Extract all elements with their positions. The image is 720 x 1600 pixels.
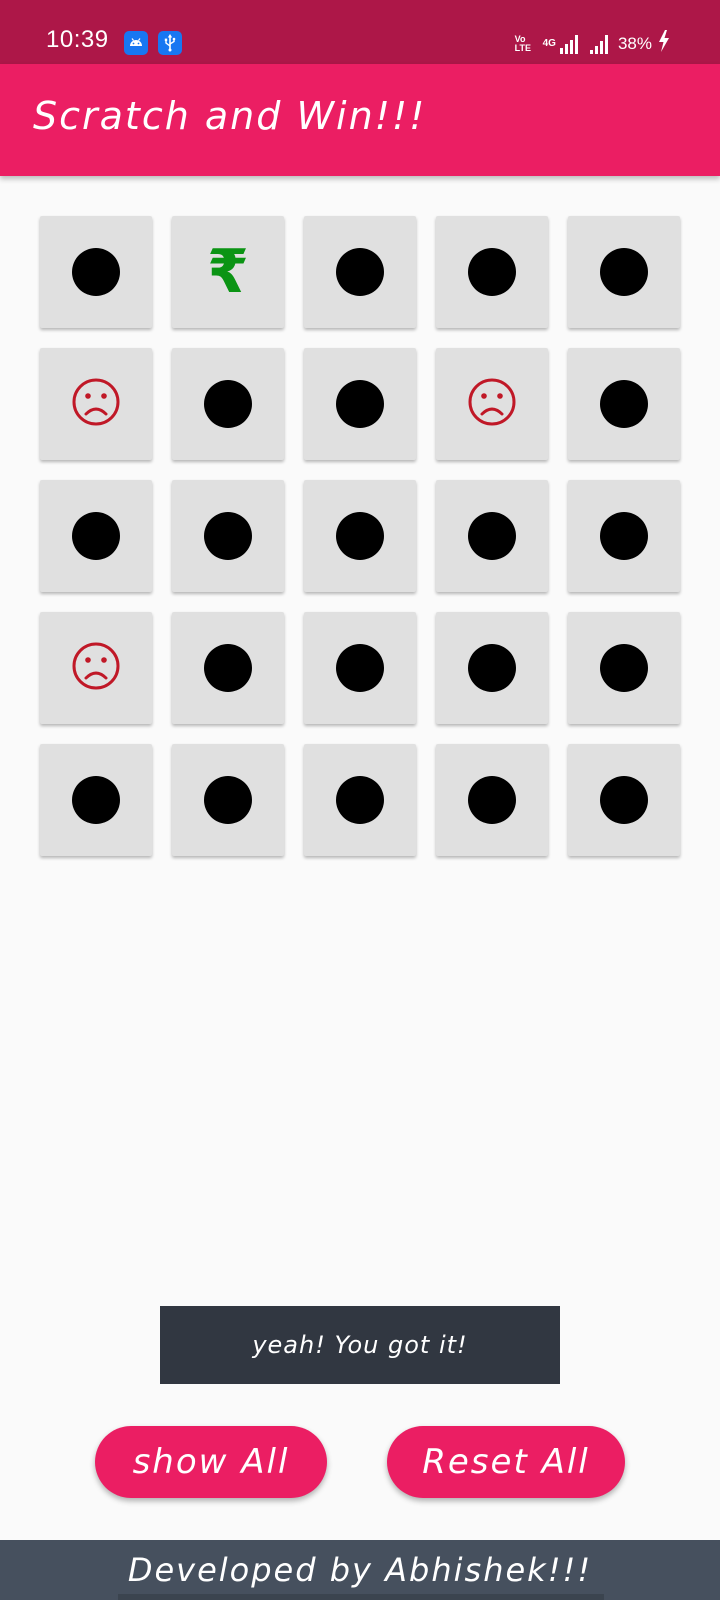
- hidden-dot-icon: [468, 776, 516, 824]
- hidden-dot-icon: [72, 248, 120, 296]
- scratch-tile[interactable]: [40, 612, 152, 724]
- hidden-dot-icon: [600, 644, 648, 692]
- scratch-tile[interactable]: [304, 480, 416, 592]
- scratch-tile[interactable]: [568, 612, 680, 724]
- hidden-dot-icon: [468, 248, 516, 296]
- network-type: 4G: [542, 38, 556, 49]
- android-icon: [124, 31, 148, 55]
- scratch-tile[interactable]: [304, 612, 416, 724]
- hidden-dot-icon: [204, 380, 252, 428]
- scratch-tile[interactable]: [568, 348, 680, 460]
- hidden-dot-icon: [600, 512, 648, 560]
- hidden-dot-icon: [600, 380, 648, 428]
- page-title: Scratch and Win!!!: [33, 94, 427, 138]
- scratch-tile[interactable]: [172, 612, 284, 724]
- sad-face-icon: [71, 641, 121, 695]
- scratch-tile[interactable]: [436, 480, 548, 592]
- hidden-dot-icon: [336, 776, 384, 824]
- hidden-dot-icon: [468, 644, 516, 692]
- status-time: 10:39: [46, 26, 109, 53]
- scratch-tile[interactable]: [40, 348, 152, 460]
- scratch-tile[interactable]: [568, 744, 680, 856]
- scratch-tile[interactable]: [304, 744, 416, 856]
- show-all-button[interactable]: show All: [95, 1426, 327, 1498]
- usb-icon: [158, 31, 182, 55]
- battery-percent: 38%: [617, 33, 652, 53]
- scratch-tile[interactable]: [304, 216, 416, 328]
- footer: Developed by Abhishek!!!: [0, 1540, 720, 1600]
- hidden-dot-icon: [72, 776, 120, 824]
- scratch-tile[interactable]: [436, 348, 548, 460]
- scratch-tile[interactable]: [436, 216, 548, 328]
- hidden-dot-icon: [336, 644, 384, 692]
- rupee-icon: ₹: [207, 237, 249, 307]
- scratch-tile[interactable]: [436, 612, 548, 724]
- scratch-tile[interactable]: [304, 348, 416, 460]
- scratch-tile[interactable]: [40, 480, 152, 592]
- toast-message: yeah! You got it!: [160, 1306, 560, 1384]
- scratch-tile[interactable]: [172, 348, 284, 460]
- sad-face-icon: [71, 377, 121, 431]
- app-bar: Scratch and Win!!!: [0, 64, 720, 176]
- scratch-tile[interactable]: [172, 744, 284, 856]
- volte-bottom-label: LTE: [514, 42, 531, 53]
- scratch-grid: ₹: [40, 216, 682, 856]
- navigation-bar: [118, 1594, 604, 1600]
- signal-icon: [589, 34, 608, 54]
- sad-face-icon: [467, 377, 517, 431]
- hidden-dot-icon: [204, 776, 252, 824]
- hidden-dot-icon: [336, 248, 384, 296]
- scratch-tile[interactable]: [568, 216, 680, 328]
- hidden-dot-icon: [468, 512, 516, 560]
- volte-icon: Vo LTE: [514, 34, 537, 53]
- scratch-tile[interactable]: [568, 480, 680, 592]
- scratch-tile[interactable]: [172, 480, 284, 592]
- signal-icon: [559, 34, 578, 54]
- hidden-dot-icon: [204, 644, 252, 692]
- scratch-tile[interactable]: [40, 744, 152, 856]
- status-indicators: Vo LTE 4G 38%: [515, 30, 670, 57]
- status-bar: 10:39 Vo LTE 4G 38%: [0, 0, 720, 64]
- hidden-dot-icon: [204, 512, 252, 560]
- hidden-dot-icon: [72, 512, 120, 560]
- hidden-dot-icon: [600, 248, 648, 296]
- scratch-tile[interactable]: ₹: [172, 216, 284, 328]
- hidden-dot-icon: [336, 380, 384, 428]
- scratch-tile[interactable]: [436, 744, 548, 856]
- hidden-dot-icon: [336, 512, 384, 560]
- scratch-tile[interactable]: [40, 216, 152, 328]
- reset-all-button[interactable]: Reset All: [387, 1426, 625, 1498]
- battery-charging-icon: [658, 30, 670, 57]
- hidden-dot-icon: [600, 776, 648, 824]
